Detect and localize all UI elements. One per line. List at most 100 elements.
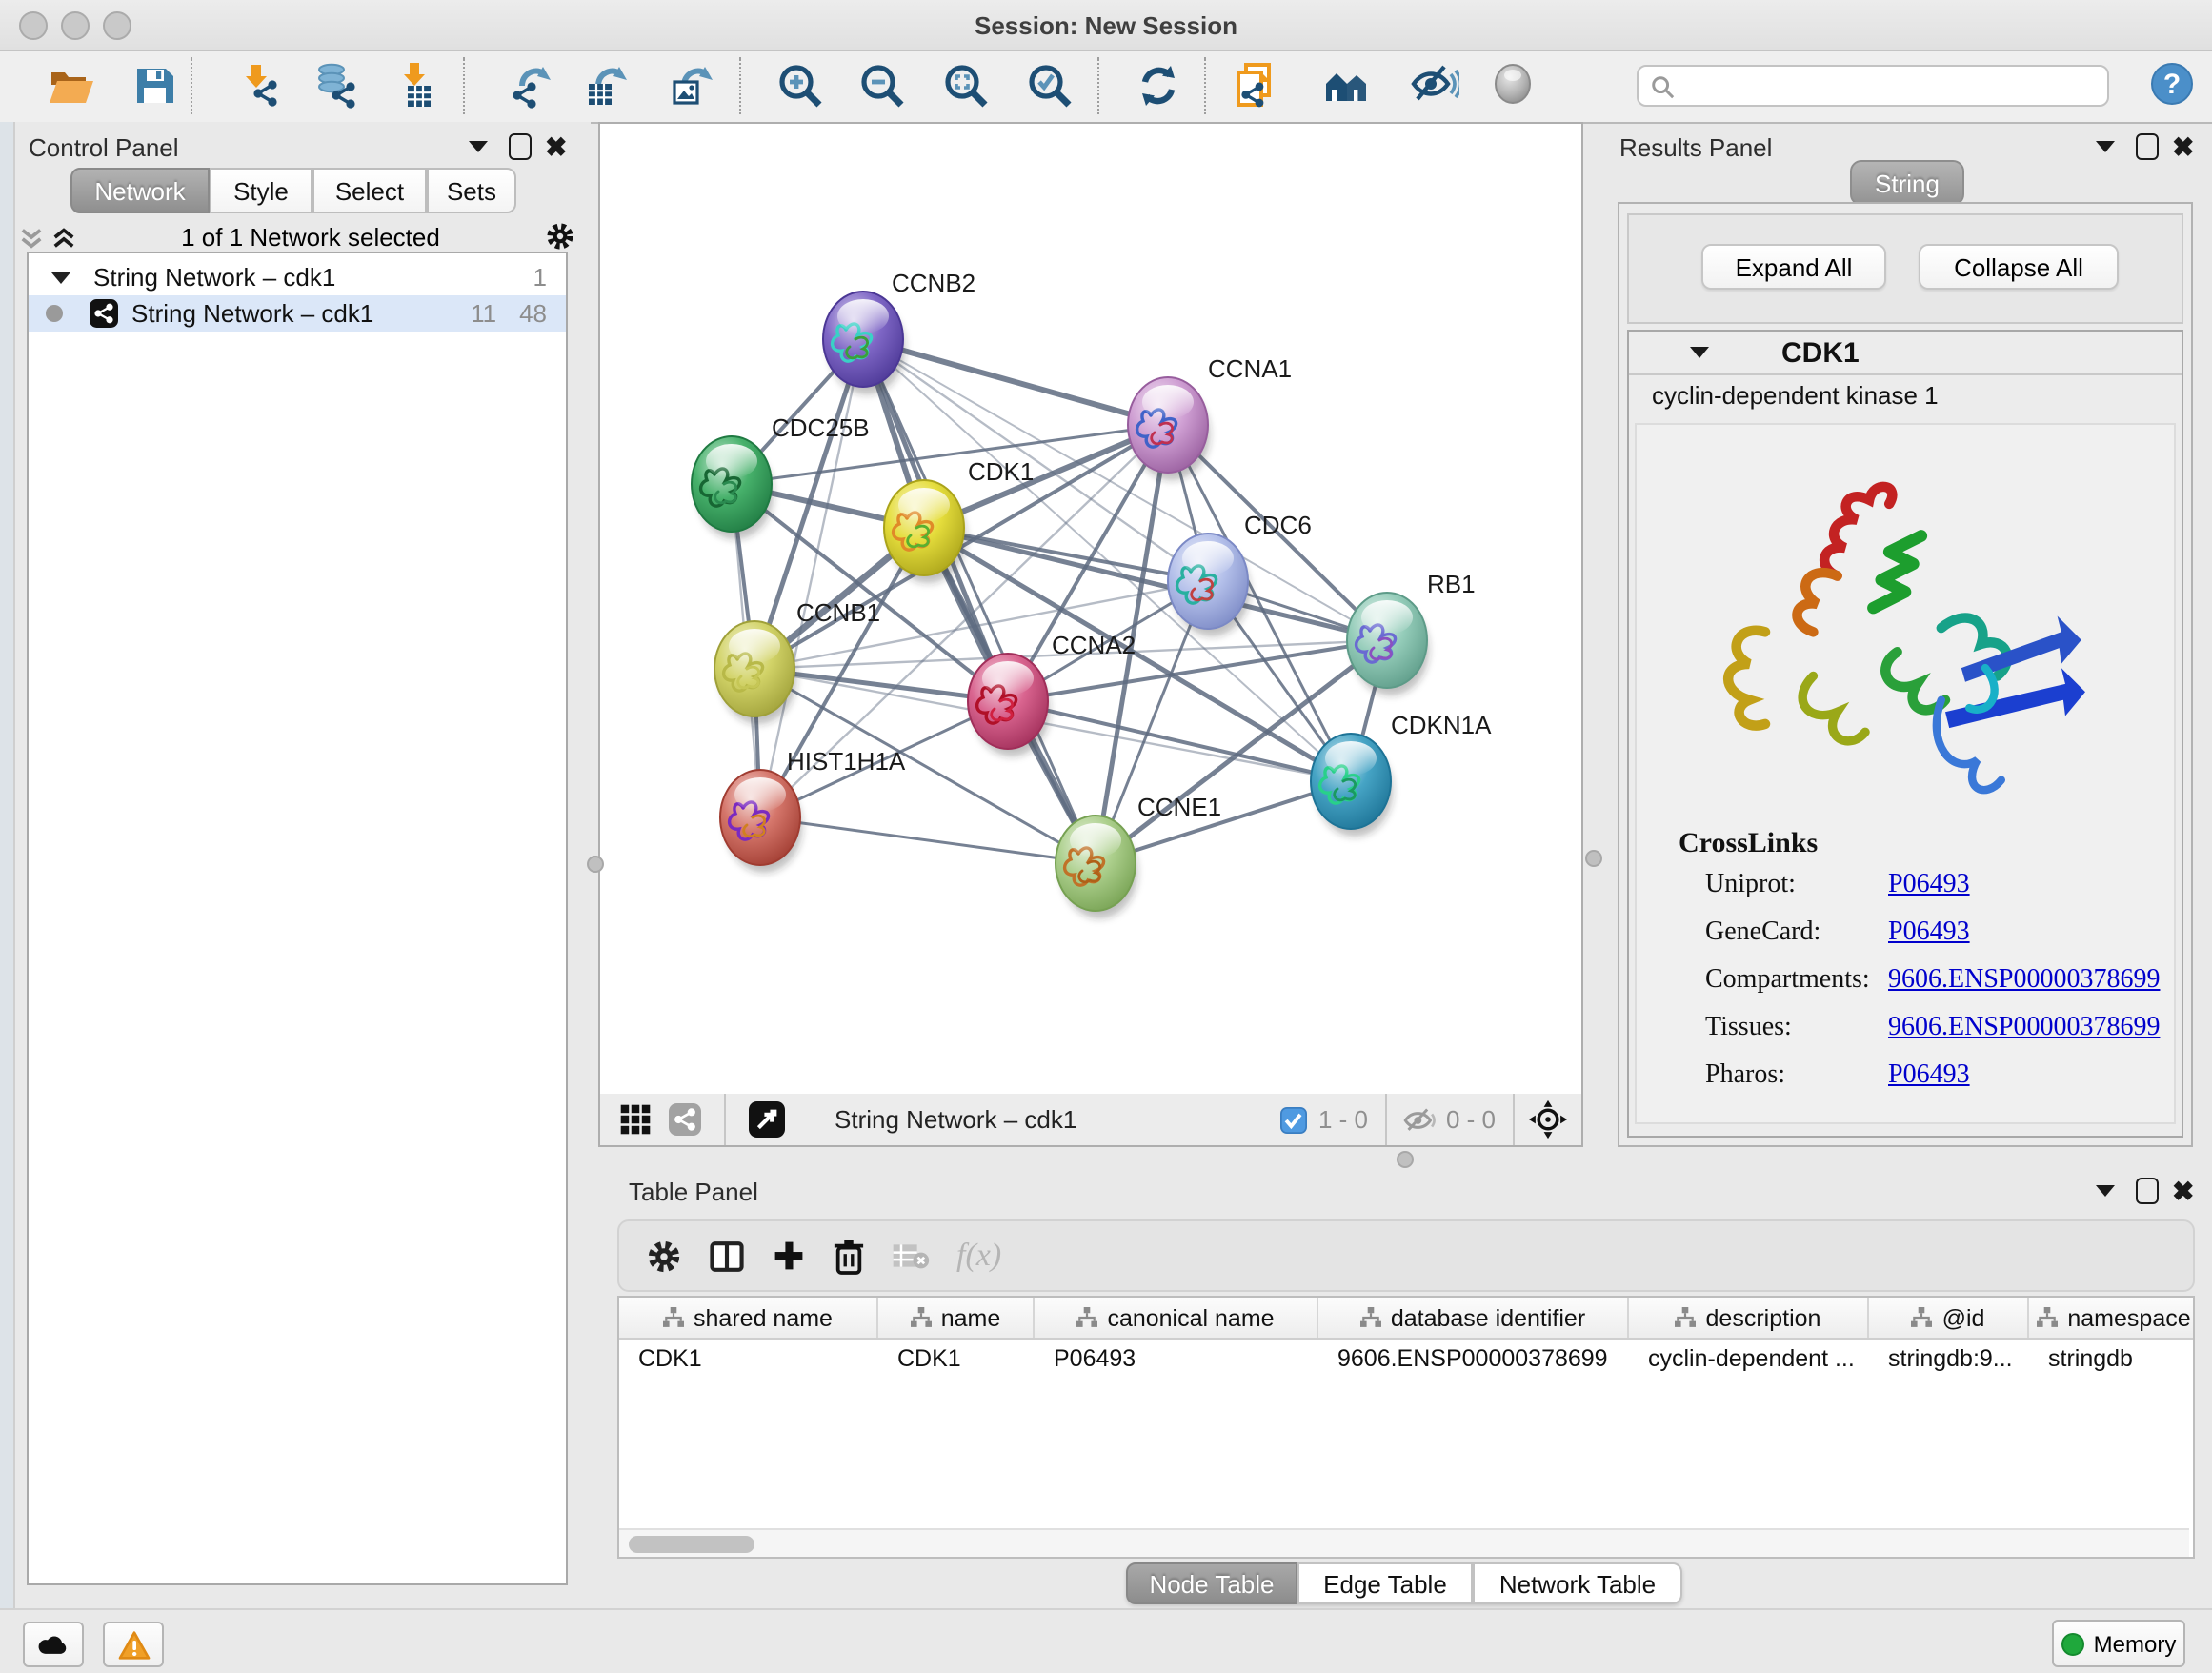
tab-sets[interactable]: Sets [427, 168, 516, 213]
crosslinks-list: Uniprot: P06493GeneCard: P06493Compartme… [1637, 871, 2174, 1109]
network-options-gear-icon[interactable] [545, 221, 575, 252]
column-header-canonicalname[interactable]: canonical name [1035, 1298, 1318, 1338]
open-session-icon[interactable] [46, 61, 95, 111]
column-header-databaseidentifier[interactable]: database identifier [1318, 1298, 1629, 1338]
crosslink-link[interactable]: P06493 [1888, 1061, 1970, 1092]
fit-crosshair-icon[interactable] [1528, 1099, 1568, 1139]
export-network-icon[interactable] [507, 61, 556, 111]
tab-network[interactable]: Network [70, 168, 210, 213]
collapse-all-chevron-icon[interactable] [19, 224, 44, 249]
expand-all-button[interactable]: Expand All [1701, 244, 1886, 290]
node-CCNE1[interactable] [1056, 816, 1137, 918]
column-header-name[interactable]: name [878, 1298, 1035, 1338]
node-RB1[interactable] [1347, 593, 1429, 695]
column-header-id[interactable]: @id [1869, 1298, 2029, 1338]
hide-panel-icon[interactable] [1410, 61, 1459, 111]
crosslink-link[interactable]: 9606.ENSP00000378699 [1888, 1014, 2160, 1044]
refresh-icon[interactable] [1134, 61, 1183, 111]
gene-expander-icon[interactable] [1690, 347, 1709, 358]
crosslink-row: GeneCard: P06493 [1637, 918, 2174, 949]
network-graph[interactable]: CCNB2CCNA1CDC25BCDK1CDC6RB1CCNB1CCNA2CDK… [600, 124, 1581, 1096]
search-field[interactable] [1637, 65, 2109, 107]
delete-column-icon[interactable] [833, 1238, 865, 1274]
add-column-icon[interactable] [772, 1239, 806, 1273]
gene-header[interactable]: CDK1 [1629, 332, 2182, 375]
import-table-icon[interactable] [392, 61, 442, 111]
crosslink-row: Uniprot: P06493 [1637, 871, 2174, 901]
toolbar-separator [463, 57, 465, 114]
control-panel-float-icon[interactable] [509, 133, 532, 160]
column-header-sharedname[interactable]: shared name [619, 1298, 878, 1338]
inactive-orb-icon[interactable] [1490, 61, 1539, 111]
collection-expander-icon[interactable] [51, 272, 70, 283]
control-panel: Control Panel ✖ NetworkStyleSelectSets 1… [0, 122, 591, 1608]
edge-CCNB2-CCNA1[interactable] [863, 339, 1168, 425]
zoom-fit-icon[interactable] [941, 61, 991, 111]
network-row-selected[interactable]: String Network – cdk1 11 48 [29, 295, 566, 332]
control-panel-close-icon[interactable]: ✖ [545, 135, 567, 158]
edge-CCNB2-HIST1H1A[interactable] [760, 339, 863, 817]
bottom-splitter-handle[interactable] [1397, 1151, 1414, 1168]
zoom-in-icon[interactable] [775, 61, 825, 111]
birdseye-view-icon[interactable] [749, 1101, 785, 1138]
warnings-button[interactable] [103, 1622, 164, 1667]
table-panel-close-icon[interactable]: ✖ [2172, 1179, 2194, 1202]
tab-select[interactable]: Select [312, 168, 427, 213]
table-panel-menu-icon[interactable] [2096, 1185, 2115, 1197]
share-view-icon[interactable] [669, 1103, 701, 1136]
network-collection-row[interactable]: String Network – cdk1 1 [29, 259, 566, 295]
table-panel-float-icon[interactable] [2136, 1178, 2159, 1204]
zoom-out-icon[interactable] [857, 61, 907, 111]
collapse-all-button[interactable]: Collapse All [1919, 244, 2119, 290]
tab-node-table[interactable]: Node Table [1126, 1562, 1297, 1604]
tab-network-table[interactable]: Network Table [1473, 1562, 1682, 1604]
tab-string[interactable]: String [1850, 160, 1964, 206]
edge-HIST1H1A-CCNE1[interactable] [760, 817, 1096, 863]
search-input[interactable] [1675, 71, 2063, 101]
cloud-status-button[interactable] [23, 1622, 84, 1667]
node-CDC25B[interactable] [692, 436, 774, 539]
crosslink-link[interactable]: P06493 [1888, 871, 1970, 901]
edge-CCNA2-CDKN1A[interactable] [1008, 701, 1351, 781]
node-CDKN1A[interactable] [1311, 734, 1393, 836]
results-panel-float-icon[interactable] [2136, 133, 2159, 160]
selected-checkbox-icon[interactable] [1280, 1106, 1307, 1133]
export-table-icon[interactable] [581, 61, 631, 111]
control-panel-menu-icon[interactable] [469, 141, 488, 152]
network-canvas[interactable]: CCNB2CCNA1CDC25BCDK1CDC6RB1CCNB1CCNA2CDK… [598, 122, 1583, 1098]
crosslink-link[interactable]: P06493 [1888, 918, 1970, 949]
node-CCNA2[interactable] [968, 654, 1050, 756]
edge-CCNB2-CCNE1[interactable] [863, 339, 1096, 863]
node-CDK1[interactable] [884, 480, 966, 583]
results-panel-menu-icon[interactable] [2096, 141, 2115, 152]
cell-databaseidentifier: 9606.ENSP00000378699 [1318, 1344, 1629, 1371]
node-HIST1H1A[interactable] [720, 770, 802, 873]
table-row[interactable]: CDK1CDK1P064939606.ENSP00000378699cyclin… [619, 1340, 2193, 1376]
show-columns-icon[interactable] [709, 1238, 745, 1274]
collection-label: String Network – cdk1 [93, 263, 335, 292]
zoom-selected-icon[interactable] [1025, 61, 1075, 111]
grid-view-icon[interactable] [619, 1103, 652, 1136]
import-network-database-icon[interactable] [312, 61, 362, 111]
node-CDC6[interactable] [1168, 534, 1250, 636]
column-header-description[interactable]: description [1629, 1298, 1869, 1338]
node-CCNA1[interactable] [1128, 377, 1210, 480]
expand-all-chevron-icon[interactable] [51, 224, 76, 249]
node-CCNB1[interactable] [714, 621, 796, 724]
first-neighbors-icon[interactable] [1322, 61, 1372, 111]
column-header-namespace[interactable]: namespace [2029, 1298, 2195, 1338]
tab-edge-table[interactable]: Edge Table [1297, 1562, 1473, 1604]
scrollbar-thumb[interactable] [629, 1536, 754, 1553]
import-network-file-icon[interactable] [236, 61, 286, 111]
save-session-icon[interactable] [130, 61, 179, 111]
memory-button[interactable]: Memory [2052, 1620, 2185, 1667]
export-image-icon[interactable] [667, 61, 716, 111]
help-icon[interactable]: ? [2149, 61, 2199, 111]
left-splitter-handle[interactable] [587, 856, 604, 873]
tab-style[interactable]: Style [210, 168, 312, 213]
node-CCNB2[interactable] [823, 292, 905, 394]
results-panel-close-icon[interactable]: ✖ [2172, 135, 2194, 158]
clone-network-icon[interactable] [1231, 61, 1280, 111]
crosslink-link[interactable]: 9606.ENSP00000378699 [1888, 966, 2160, 997]
table-settings-gear-icon[interactable] [646, 1238, 682, 1274]
